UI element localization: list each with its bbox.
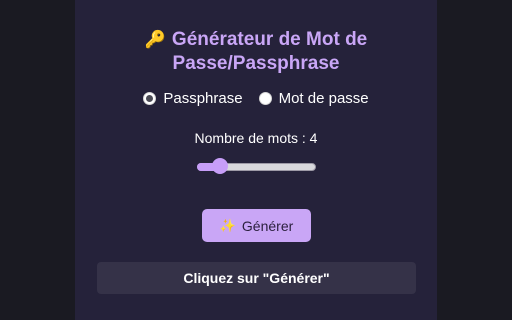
- right-margin: [437, 0, 512, 320]
- left-margin: [0, 0, 75, 320]
- generate-button-label: Générer: [241, 217, 294, 234]
- radio-passphrase[interactable]: Passphrase: [143, 90, 243, 107]
- mode-radio-group: Passphrase Mot de passe: [75, 90, 437, 107]
- radio-mot-de-passe-indicator[interactable]: [258, 92, 272, 105]
- radio-mot-de-passe-label: Mot de passe: [278, 90, 369, 107]
- radio-passphrase-indicator[interactable]: [143, 92, 157, 105]
- radio-passphrase-label: Passphrase: [163, 90, 243, 107]
- result-text: Cliquez sur "Générer": [183, 270, 330, 286]
- slider-thumb[interactable]: [211, 158, 228, 174]
- word-count-slider[interactable]: [197, 158, 316, 174]
- generate-button[interactable]: ✨ Générer: [202, 209, 311, 242]
- title-line-1: Générateur de Mot de: [171, 29, 368, 50]
- radio-mot-de-passe[interactable]: Mot de passe: [258, 90, 369, 107]
- title-line-2: Passe/Passphrase: [172, 53, 340, 74]
- word-count-label: Nombre de mots : 4: [194, 130, 318, 146]
- result-box: Cliquez sur "Générer": [97, 262, 416, 294]
- page-title: 🔑 Générateur de Mot de Passe/Passphrase: [75, 28, 437, 76]
- sparkles-icon: ✨: [219, 217, 236, 233]
- key-icon: 🔑: [144, 30, 166, 49]
- generator-panel: 🔑 Générateur de Mot de Passe/Passphrase P…: [75, 0, 437, 320]
